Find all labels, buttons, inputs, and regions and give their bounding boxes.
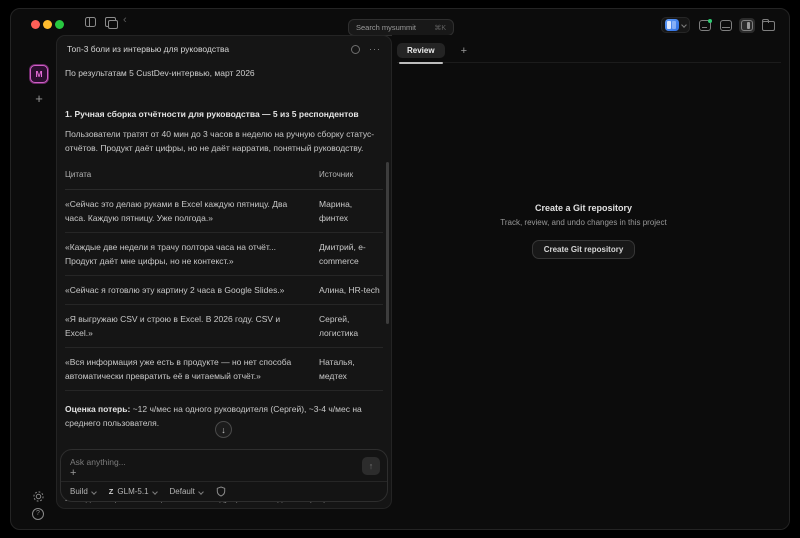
back-chevron-icon[interactable]: ‹ bbox=[123, 14, 127, 26]
folder-icon[interactable] bbox=[762, 18, 775, 31]
preset-label: Default bbox=[169, 487, 195, 496]
traffic-zoom-button[interactable] bbox=[55, 20, 64, 29]
chat-toolbar: Build Z GLM-5.1 Default bbox=[70, 482, 378, 501]
search-placeholder: Search mysummit bbox=[356, 23, 417, 32]
settings-gear-icon[interactable] bbox=[32, 490, 45, 503]
safety-shield-icon[interactable] bbox=[216, 486, 226, 497]
document-title: Топ-3 боли из интервью для руководства bbox=[67, 44, 230, 54]
doc-scrollbar[interactable] bbox=[386, 162, 389, 324]
search-shortcut: ⌘K bbox=[434, 24, 446, 32]
search-input[interactable]: Search mysummit ⌘K bbox=[348, 19, 454, 36]
traffic-minimize-button[interactable] bbox=[43, 20, 52, 29]
titlebar-actions bbox=[661, 17, 775, 33]
source-cell: Наталья, медтех bbox=[319, 347, 383, 391]
quotes-table-1: Цитата Источник «Сейчас это делаю руками… bbox=[65, 168, 383, 391]
preset-selector[interactable]: Default bbox=[169, 487, 204, 496]
document-titlebar: Топ-3 боли из интервью для руководства ·… bbox=[57, 36, 391, 62]
app-window: ‹ Search mysummit ⌘K M + ? Топ-3 боли из… bbox=[10, 8, 790, 530]
more-menu-icon[interactable]: ··· bbox=[369, 45, 381, 54]
create-git-repository-button[interactable]: Create Git repository bbox=[531, 240, 636, 259]
loss-label: Оценка потерь: bbox=[65, 404, 131, 414]
left-rail: M + ? bbox=[11, 35, 56, 529]
model-label: GLM-5.1 bbox=[117, 487, 149, 496]
chevron-down-icon bbox=[681, 22, 687, 28]
model-selector[interactable]: Z GLM-5.1 bbox=[108, 487, 158, 496]
tab-review[interactable]: Review bbox=[397, 43, 445, 64]
panel-bottom-icon[interactable] bbox=[720, 19, 732, 31]
git-empty-subtitle: Track, review, and undo changes in this … bbox=[500, 218, 667, 227]
col-header-source: Источник bbox=[319, 168, 383, 190]
add-tab-button[interactable]: + bbox=[461, 45, 467, 57]
table-row: «Я выгружаю CSV и строю в Excel. В 2026 … bbox=[65, 304, 383, 348]
scroll-to-bottom-button[interactable]: ↓ bbox=[215, 421, 232, 438]
section1-body: Пользователи тратят от 40 мин до 3 часов… bbox=[65, 129, 375, 153]
new-chat-button[interactable]: + bbox=[32, 92, 46, 106]
chevron-down-icon bbox=[90, 488, 97, 495]
review-panel: Review + Create a Git repository Track, … bbox=[392, 35, 789, 529]
workspace-switcher[interactable] bbox=[661, 17, 690, 33]
document-panel: Топ-3 боли из интервью для руководства ·… bbox=[56, 35, 392, 509]
source-cell: Марина, финтех bbox=[319, 189, 383, 233]
tab-strip: Review + bbox=[397, 39, 781, 64]
windows-overview-icon[interactable] bbox=[105, 17, 118, 29]
git-empty-title: Create a Git repository bbox=[534, 203, 633, 213]
col-header-quote: Цитата bbox=[65, 168, 319, 190]
z-ai-logo-icon: Z bbox=[108, 487, 114, 496]
source-cell: Дмитрий, e-commerce bbox=[319, 232, 383, 276]
workspace-icon bbox=[665, 19, 679, 31]
chat-input-box: + ↑ Build Z GLM-5.1 Default bbox=[60, 449, 388, 502]
doc-subtitle: По результатам 5 CustDev-интервью, март … bbox=[65, 68, 255, 78]
table-row: «Сейчас я готовлю эту картину 2 часа в G… bbox=[65, 275, 383, 305]
terminal-icon[interactable] bbox=[699, 18, 712, 31]
git-empty-state: Create a Git repository Track, review, a… bbox=[392, 203, 775, 259]
table-row: «Вся информация уже есть в продукте — но… bbox=[65, 347, 383, 391]
chat-input[interactable] bbox=[70, 456, 353, 468]
quote-cell: «Я выгружаю CSV и строю в Excel. В 2026 … bbox=[65, 304, 319, 348]
table-header-row: Цитата Источник bbox=[65, 168, 383, 190]
send-button[interactable]: ↑ bbox=[362, 457, 380, 475]
quote-cell: «Каждые две недели я трачу полтора часа … bbox=[65, 232, 319, 276]
project-avatar[interactable]: M bbox=[30, 65, 48, 83]
panel-right-toggle[interactable] bbox=[739, 17, 755, 33]
panel-right-icon bbox=[741, 19, 753, 31]
titlebar: ‹ Search mysummit ⌘K bbox=[11, 9, 789, 36]
table-row: «Каждые две недели я трачу полтора часа … bbox=[65, 232, 383, 276]
mode-selector[interactable]: Build bbox=[70, 487, 97, 496]
quote-cell: «Сейчас это делаю руками в Excel каждую … bbox=[65, 189, 319, 233]
help-icon[interactable]: ? bbox=[32, 508, 44, 520]
chevron-down-icon bbox=[151, 488, 158, 495]
source-cell: Сергей, логистика bbox=[319, 304, 383, 348]
mode-label: Build bbox=[70, 487, 88, 496]
sync-status-icon[interactable] bbox=[351, 44, 360, 54]
section1-heading: 1. Ручная сборка отчётности для руководс… bbox=[65, 109, 359, 119]
traffic-close-button[interactable] bbox=[31, 20, 40, 29]
quote-cell: «Сейчас я готовлю эту картину 2 часа в G… bbox=[65, 275, 319, 305]
table-row: «Сейчас это делаю руками в Excel каждую … bbox=[65, 189, 383, 233]
source-cell: Алина, HR-tech bbox=[319, 275, 383, 305]
quote-cell: «Вся информация уже есть в продукте — но… bbox=[65, 347, 319, 391]
toggle-sidebar-icon[interactable] bbox=[85, 17, 96, 27]
attach-plus-button[interactable]: + bbox=[70, 467, 76, 479]
chevron-down-icon bbox=[198, 488, 204, 495]
